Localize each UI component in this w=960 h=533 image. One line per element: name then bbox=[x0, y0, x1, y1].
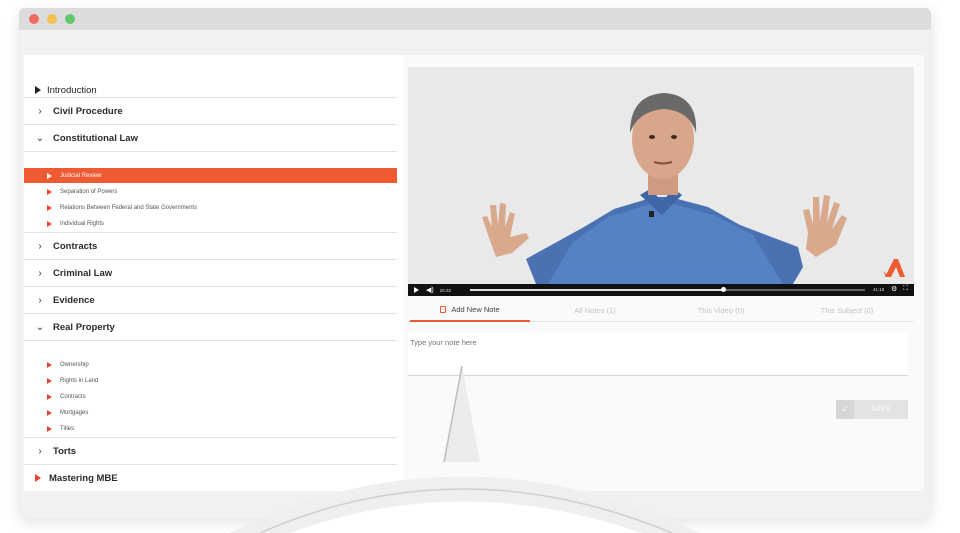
callout-overlay bbox=[230, 365, 700, 533]
